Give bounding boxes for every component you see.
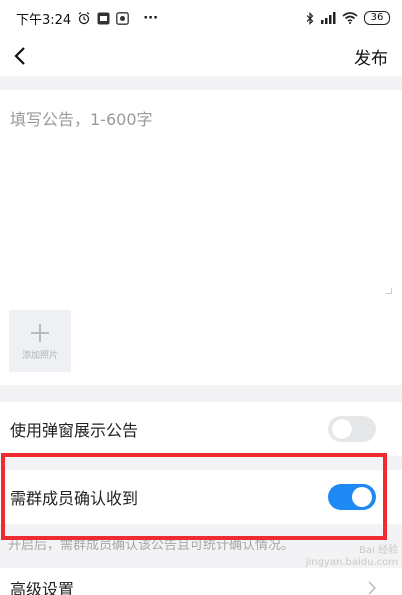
back-button[interactable] [6, 42, 34, 70]
bluetooth-icon [306, 11, 314, 25]
toggle-knob [352, 487, 372, 507]
popup-display-label: 使用弹窗展示公告 [10, 421, 139, 440]
alarm-icon [77, 11, 91, 25]
image-notification-icon [116, 11, 130, 25]
status-right: 36 [306, 11, 390, 25]
toggle-knob [332, 419, 352, 439]
status-time: 下午3:24 [16, 12, 72, 28]
member-confirm-label: 需群成员确认收到 [10, 489, 139, 508]
announcement-editor: 添加照片 [0, 90, 402, 385]
member-confirm-row: 需群成员确认收到 [0, 470, 402, 524]
battery-icon: 36 [364, 11, 390, 25]
status-bar: 下午3:24 ··· 36 [0, 0, 402, 36]
advanced-settings-label: 高级设置 [10, 580, 75, 595]
announcement-textarea[interactable] [10, 106, 390, 296]
watermark-line1: Bai 经验 [359, 545, 398, 556]
watermark: Bai 经验 jingyan.baidu.com [306, 545, 398, 569]
add-photo-label: 添加照片 [21, 350, 58, 361]
plus-icon [31, 323, 49, 342]
wifi-icon [342, 12, 358, 24]
nav-bar: 发布 [0, 36, 402, 76]
chevron-right-icon [368, 581, 376, 595]
member-confirm-hint: 开启后，需群成员确认该公告且可统计确认情况。 [8, 538, 295, 553]
advanced-settings-row[interactable]: 高级设置 [0, 568, 402, 595]
chevron-left-icon [14, 47, 25, 65]
textarea-resize-handle [386, 288, 392, 294]
signal-icon [320, 12, 336, 24]
status-more-dots: ··· [143, 10, 159, 26]
status-left: 下午3:24 ··· [16, 9, 158, 28]
popup-display-row: 使用弹窗展示公告 [0, 402, 402, 456]
watermark-line2: jingyan.baidu.com [305, 557, 398, 568]
publish-button[interactable]: 发布 [354, 44, 388, 69]
popup-display-toggle[interactable] [328, 416, 376, 442]
app-notification-icon [97, 12, 110, 25]
add-photo-button[interactable]: 添加照片 [9, 310, 71, 372]
member-confirm-toggle[interactable] [328, 484, 376, 510]
